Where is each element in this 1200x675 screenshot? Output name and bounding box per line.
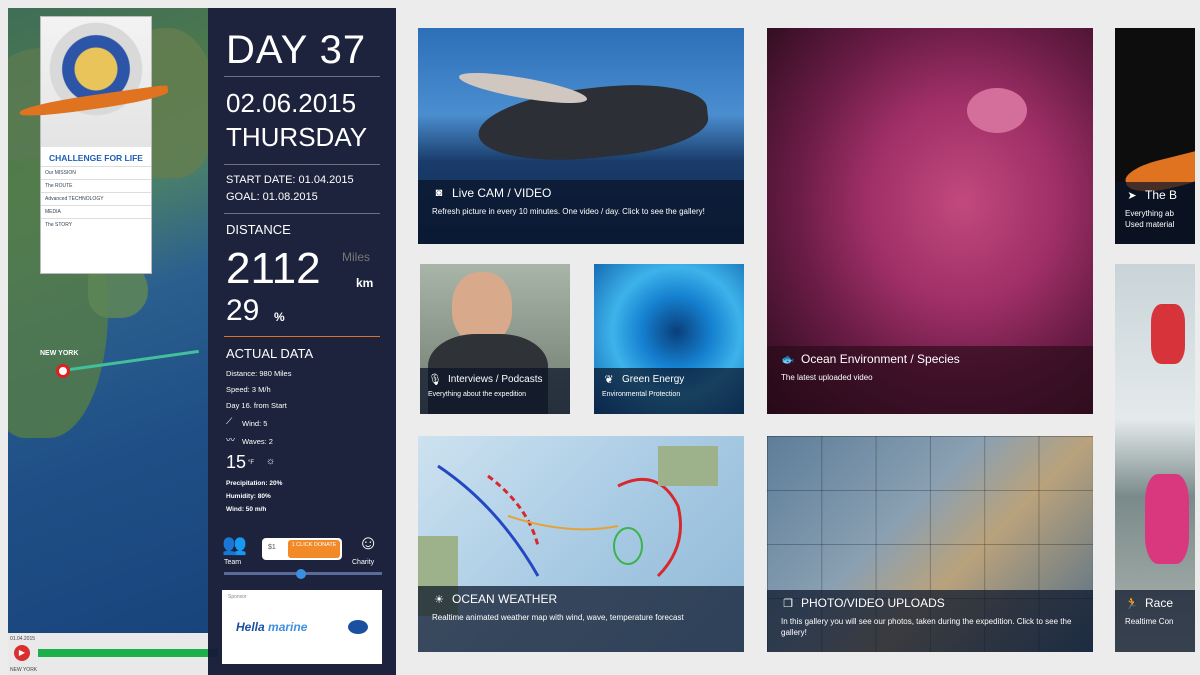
wind: Wind: 5 <box>242 419 268 428</box>
tile-subtitle: Environmental Protection <box>602 391 681 398</box>
tile-subtitle: Realtime Con <box>1125 617 1174 626</box>
sponsor-box[interactable]: Sponsor Hella marine <box>222 590 382 664</box>
sponsor-emblem-icon <box>348 620 368 634</box>
boat-icon: ➤ <box>1127 189 1137 202</box>
menu-item-media[interactable]: MEDIA <box>41 205 151 218</box>
charity-icon[interactable]: ☺ <box>358 532 378 555</box>
sponsor-label: Sponsor <box>228 594 247 600</box>
tile-interviews[interactable]: 🎙 Interviews / Podcasts Everything about … <box>420 264 570 414</box>
location-pin-icon[interactable] <box>56 364 70 378</box>
tile-subtitle: The latest uploaded video <box>781 373 873 382</box>
current-date: 02.06.2015 <box>226 88 357 118</box>
distance-value: 2112 <box>226 244 321 293</box>
day-counter: DAY 37 <box>226 28 367 72</box>
distance-label: DISTANCE <box>226 222 291 237</box>
gallery-icon: ❐ <box>783 597 793 610</box>
tile-title: Live CAM / VIDEO <box>452 186 552 200</box>
timeline-start-date: 01.04.2015 <box>10 636 36 642</box>
tile-green-energy[interactable]: ❦ Green Energy Environmental Protection <box>594 264 744 414</box>
main-menu: Our MISSION The ROUTE Advanced TECHNOLOG… <box>41 166 151 231</box>
donation-slider-handle[interactable] <box>296 569 306 579</box>
menu-item-route[interactable]: The ROUTE <box>41 179 151 192</box>
tile-title: Green Energy <box>622 374 685 385</box>
octopus-eye <box>967 88 1027 133</box>
tile-photo-uploads[interactable]: ❐ PHOTO/VIDEO UPLOADS In this gallery you… <box>767 436 1093 652</box>
status-panel: DAY 37 02.06.2015 THURSDAY START DATE: 0… <box>208 8 396 675</box>
percent-sign: % <box>274 310 285 324</box>
tile-race[interactable]: 🏃 Race Realtime Con <box>1115 264 1195 652</box>
runner-image <box>1145 474 1189 564</box>
distance-unit-miles: Miles <box>342 250 371 264</box>
tile-subtitle: In this gallery you will see our photos,… <box>781 617 1072 637</box>
expedition-logo-card: CHALLENGE FOR LIFE Our MISSION The ROUTE… <box>18 16 170 274</box>
city-label: NEW YORK <box>40 350 79 357</box>
donate-amount[interactable]: $1 <box>268 544 276 551</box>
timeline[interactable]: 01.04.2015 ▶ NEW YORK <box>8 633 223 675</box>
runner-icon: 🏃 <box>1125 597 1139 610</box>
actual-distance: Distance: 980 Miles <box>226 369 292 378</box>
sponsor-name: Hella <box>236 620 265 634</box>
waves: Waves: 2 <box>242 437 273 446</box>
expedition-crest-logo <box>41 17 151 147</box>
sponsor-name-2: marine <box>268 620 308 634</box>
menu-item-story[interactable]: The STORY <box>41 218 151 231</box>
tile-the-boat[interactable]: ➤ The B Everything ab Used material <box>1115 28 1195 244</box>
tile-subtitle: Refresh picture in every 10 minutes. One… <box>432 207 705 216</box>
cyclist-image <box>1151 304 1185 364</box>
tile-ocean-environment[interactable]: 🐟 Ocean Environment / Species The latest … <box>767 28 1093 414</box>
sponsor-logo[interactable]: Hella marine <box>236 620 307 634</box>
day-from-start: Day 16. from Start <box>226 401 287 410</box>
charity-label[interactable]: Charity <box>352 559 374 566</box>
tile-ocean-weather[interactable]: ☀ OCEAN WEATHER Realtime animated weather… <box>418 436 744 652</box>
menu-item-mission[interactable]: Our MISSION <box>41 166 151 179</box>
wind-icon: ⟋ <box>226 416 233 426</box>
tile-subtitle: Everything ab Used material <box>1125 209 1175 229</box>
team-label[interactable]: Team <box>224 559 241 566</box>
camera-icon: ◙ <box>435 187 443 199</box>
percent-value: 29 <box>226 294 260 327</box>
fish-icon: 🐟 <box>781 353 795 366</box>
play-icon[interactable]: ▶ <box>14 645 30 661</box>
tile-subtitle: Realtime animated weather map with wind,… <box>432 613 684 622</box>
timeline-progress-bar[interactable] <box>38 649 218 657</box>
tile-live-cam[interactable]: ◙ Live CAM / VIDEO Refresh picture in eve… <box>418 28 744 244</box>
actual-data-label: ACTUAL DATA <box>226 346 314 361</box>
tile-title: PHOTO/VIDEO UPLOADS <box>801 596 945 610</box>
sun-icon: ☀ <box>434 593 444 606</box>
start-date: START DATE: 01.04.2015 <box>226 174 354 186</box>
humidity: Humidity: 80% <box>226 493 271 500</box>
menu-item-technology[interactable]: Advanced TECHNOLOGY <box>41 192 151 205</box>
precipitation: Precipitation: 20% <box>226 480 283 487</box>
tile-title: Ocean Environment / Species <box>801 352 960 366</box>
speed: Speed: 3 M/h <box>226 385 271 394</box>
tile-subtitle: Everything about the expedition <box>428 391 527 398</box>
microphone-icon: 🎙 <box>428 374 442 386</box>
goal-date: GOAL: 01.08.2015 <box>226 191 318 203</box>
leaf-icon: ❦ <box>604 374 614 386</box>
donate-widget[interactable]: $1 1 CLICK DONATE <box>262 538 342 560</box>
weekday: THURSDAY <box>226 122 368 152</box>
tile-title: Interviews / Podcasts <box>448 374 543 385</box>
tile-title: The B <box>1145 188 1178 202</box>
wind-speed: Wind: 50 m/h <box>226 506 267 513</box>
distance-unit-km: km <box>356 276 374 290</box>
timeline-city: NEW YORK <box>10 667 38 673</box>
temperature: 15 <box>226 452 247 472</box>
wave-icon: 〰 <box>226 435 236 445</box>
temperature-unit: °F <box>248 460 255 466</box>
sun-icon: ☼ <box>266 456 276 467</box>
logo-title: CHALLENGE FOR LIFE <box>49 153 143 163</box>
tile-title: OCEAN WEATHER <box>452 592 558 606</box>
donate-button[interactable]: 1 CLICK DONATE <box>288 540 340 558</box>
tile-title: Race <box>1145 596 1174 610</box>
team-icon[interactable]: 👥 <box>222 532 247 557</box>
